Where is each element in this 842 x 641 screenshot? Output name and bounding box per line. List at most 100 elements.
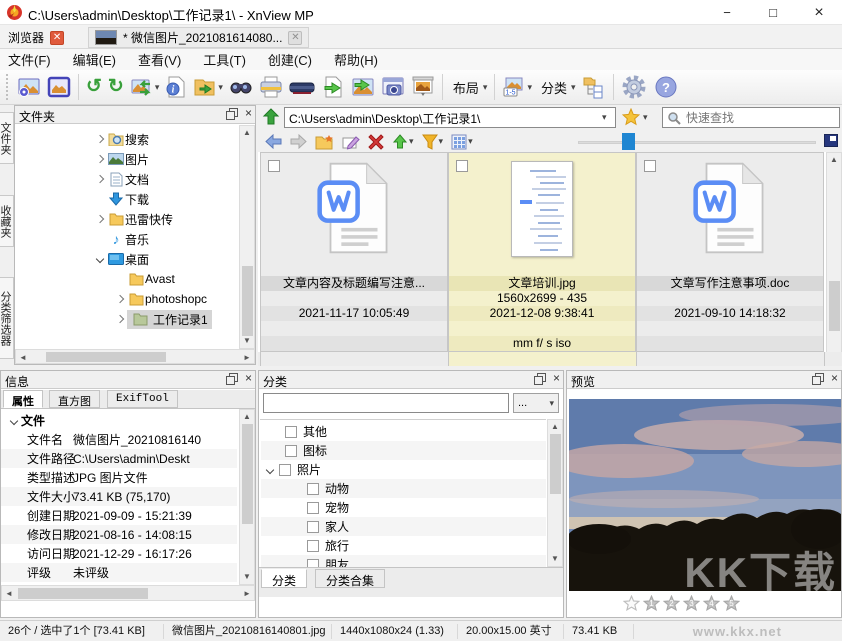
expand-icon[interactable]	[96, 175, 104, 183]
rating-star-4[interactable]: 4	[703, 595, 720, 611]
category-checkbox[interactable]	[307, 483, 319, 495]
quick-search-box[interactable]	[662, 107, 840, 128]
print-button[interactable]	[256, 72, 286, 102]
scrollbar-thumb[interactable]	[46, 352, 166, 362]
scrollbar-thumb[interactable]	[829, 281, 840, 331]
view-mode-button[interactable]: ▾	[448, 132, 476, 152]
file-item-doc1[interactable]: 文章内容及标题编写注意... 2021-11-17 10:05:49	[260, 152, 448, 352]
folder-item-music[interactable]: ♪ 音乐	[93, 229, 149, 249]
expand-icon[interactable]	[116, 315, 124, 323]
filter-button[interactable]: ▾	[419, 132, 447, 152]
folder-item-downloads[interactable]: 下载	[93, 189, 149, 209]
category-checkbox[interactable]	[307, 521, 319, 533]
category-item-pets[interactable]: 宠物	[261, 498, 546, 517]
scroll-up-icon[interactable]: ▲	[240, 129, 254, 137]
rename-button[interactable]	[339, 132, 363, 152]
scrollbar-thumb[interactable]	[550, 434, 561, 494]
category-checkbox[interactable]	[285, 426, 297, 438]
expand-icon[interactable]	[116, 295, 124, 303]
settings-button[interactable]	[618, 72, 650, 102]
folder-item-search[interactable]: 搜索	[93, 129, 149, 149]
back-button[interactable]	[262, 132, 285, 152]
scroll-up-icon[interactable]: ▲	[827, 156, 841, 164]
up-folder-button[interactable]	[262, 108, 280, 131]
expand-icon[interactable]	[96, 215, 104, 223]
folder-item-avast[interactable]: Avast	[113, 269, 175, 289]
menu-tools[interactable]: 工具(T)	[203, 50, 246, 69]
delete-button[interactable]	[365, 132, 387, 152]
info-vertical-scrollbar[interactable]: ▲ ▼	[239, 409, 255, 585]
toolbar-grip[interactable]	[6, 74, 10, 100]
filter-dropdown-icon[interactable]: ▾	[439, 136, 444, 147]
scroll-right-icon[interactable]: ►	[243, 354, 251, 362]
categories-vertical-scrollbar[interactable]: ▲ ▼	[547, 419, 563, 567]
menu-edit[interactable]: 编辑(E)	[73, 50, 116, 69]
close-button[interactable]: ×	[796, 0, 842, 25]
rating-star-5[interactable]: 5	[723, 595, 740, 611]
category-item-travel[interactable]: 旅行	[261, 536, 546, 555]
browser-vertical-scrollbar[interactable]: ▲ ▼	[826, 152, 842, 366]
dock-tab-favorites[interactable]: 收藏夹	[0, 195, 14, 247]
category-item-other[interactable]: 其他	[261, 422, 546, 441]
property-group-file[interactable]: 文件	[1, 411, 237, 430]
folder-item-pictures[interactable]: 图片	[93, 149, 149, 169]
folder-item-desktop[interactable]: 桌面	[93, 249, 149, 269]
category-checkbox[interactable]	[307, 540, 319, 552]
rating-star-1[interactable]: 1	[643, 595, 660, 611]
find-button[interactable]	[226, 72, 256, 102]
category-dropdown[interactable]: 分类 ▾	[535, 72, 579, 102]
scroll-left-icon[interactable]: ◄	[5, 590, 13, 598]
category-checkbox[interactable]	[307, 559, 319, 568]
category-browse-button[interactable]: ... ▾	[513, 393, 559, 413]
float-panel-icon[interactable]	[226, 373, 237, 384]
folder-tree-button[interactable]	[579, 72, 609, 102]
menu-view[interactable]: 查看(V)	[138, 50, 181, 69]
tab-image[interactable]: * 微信图片_2021081614080... ✕	[88, 27, 309, 48]
tab-histogram[interactable]: 直方图	[49, 390, 100, 408]
sort-button[interactable]: ▾	[389, 132, 417, 152]
file-item-jpg-selected[interactable]: 文章培训.jpg 1560x2699 - 435 2021-12-08 9:38…	[448, 152, 636, 352]
category-checkbox[interactable]	[279, 464, 291, 476]
collapse-icon[interactable]	[266, 465, 274, 473]
folder-item-photoshop[interactable]: photoshopc	[113, 289, 207, 309]
rotate-left-button[interactable]: ↺	[83, 72, 105, 102]
sort-dropdown-icon[interactable]: ▾	[409, 136, 414, 147]
forward-button[interactable]	[287, 132, 310, 152]
scroll-right-icon[interactable]: ►	[243, 590, 251, 598]
scroll-left-icon[interactable]: ◄	[19, 354, 27, 362]
slideshow-button[interactable]	[408, 72, 438, 102]
scrollbar-thumb[interactable]	[242, 424, 253, 524]
rating-star-2[interactable]: 2	[663, 595, 680, 611]
open-with-button[interactable]: ▾	[190, 72, 226, 102]
thumbnail-size-dropdown-icon[interactable]: ▾	[527, 82, 532, 93]
category-filter-input[interactable]	[263, 393, 509, 413]
scrollbar-thumb[interactable]	[242, 266, 253, 336]
quick-search-input[interactable]	[686, 111, 816, 125]
file-item-doc2[interactable]: 文章写作注意事项.doc 2021-09-10 14:18:32	[636, 152, 824, 352]
rotate-right-button[interactable]: ↻	[105, 72, 127, 102]
tab-browser[interactable]: 浏览器 ✕	[2, 27, 70, 48]
thumbnail-size-slider-handle[interactable]	[622, 133, 635, 150]
scrollbar-thumb[interactable]	[18, 588, 148, 599]
float-panel-icon[interactable]	[812, 373, 823, 384]
rating-stars[interactable]: 1 2 3 4 5	[623, 595, 740, 611]
favorites-button[interactable]: ▾	[622, 108, 648, 126]
path-input[interactable]: C:\Users\admin\Desktop\工作记录1\	[284, 107, 616, 128]
close-panel-icon[interactable]: ×	[831, 373, 838, 384]
browse-button[interactable]	[14, 72, 44, 102]
menu-create[interactable]: 创建(C)	[268, 50, 312, 69]
layout-dropdown[interactable]: 布局 ▾	[447, 72, 491, 102]
collapse-icon[interactable]	[10, 416, 18, 424]
folders-vertical-scrollbar[interactable]: ▲ ▼	[239, 125, 255, 349]
tab-categories[interactable]: 分类	[261, 569, 307, 588]
float-panel-icon[interactable]	[226, 108, 237, 119]
category-checkbox[interactable]	[285, 445, 297, 457]
menu-help[interactable]: 帮助(H)	[334, 50, 378, 69]
tab-browser-close-icon[interactable]: ✕	[50, 31, 64, 45]
category-checkbox[interactable]	[307, 502, 319, 514]
scan-button[interactable]	[286, 72, 318, 102]
scroll-down-icon[interactable]: ▼	[240, 573, 254, 581]
tab-properties[interactable]: 属性	[3, 390, 43, 408]
rating-star-3[interactable]: 3	[683, 595, 700, 611]
category-item-family[interactable]: 家人	[261, 517, 546, 536]
